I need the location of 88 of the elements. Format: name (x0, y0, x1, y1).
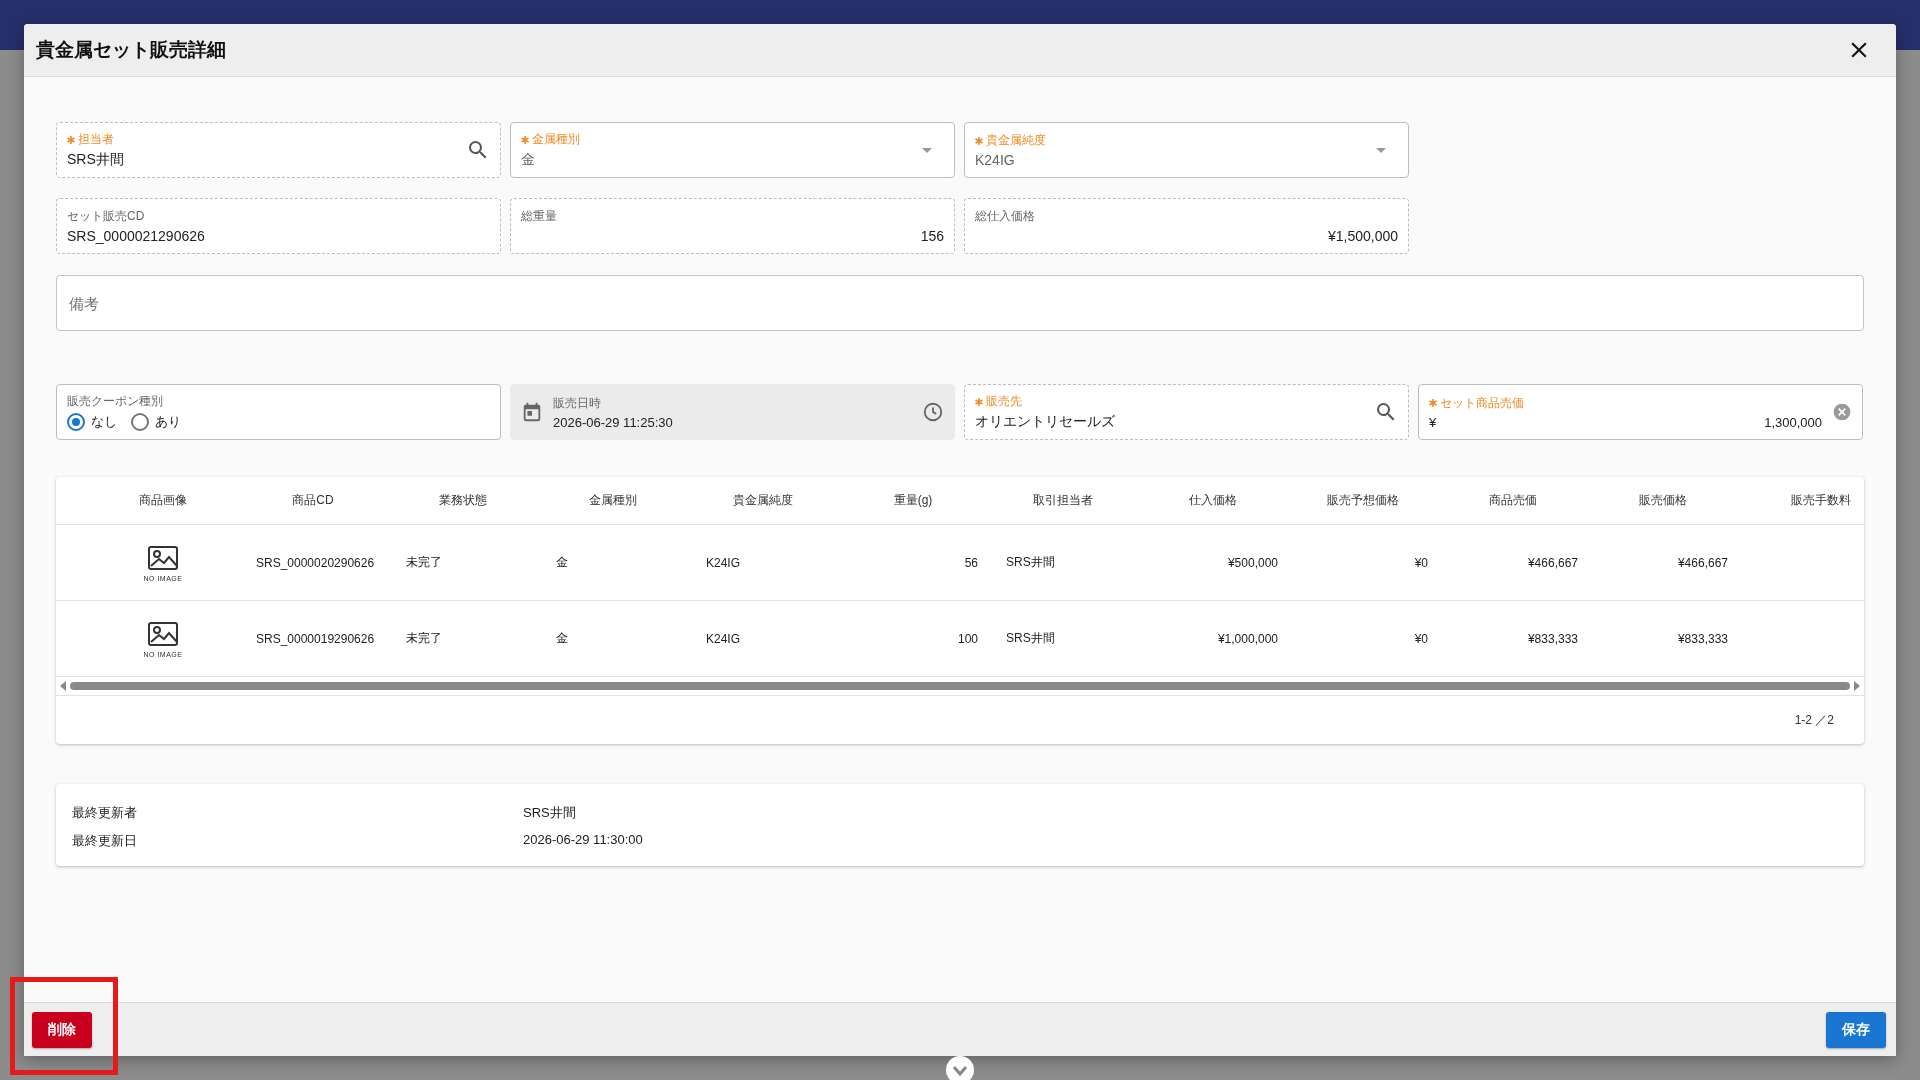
required-icon (67, 135, 75, 144)
column-header[interactable]: 貴金属純度 (688, 492, 838, 509)
save-button[interactable]: 保存 (1826, 1011, 1886, 1048)
select-field[interactable]: 金属種別 金 (510, 122, 955, 178)
table-cell-text: ¥466,667 (1676, 555, 1729, 570)
column-header[interactable]: 重量(g) (838, 492, 988, 509)
radio-icon[interactable] (67, 413, 85, 431)
field-value: ¥1,500,000 (1327, 228, 1398, 244)
price-field[interactable]: セット商品売価 ¥ 1,300,000 (1418, 384, 1863, 440)
radio-option[interactable]: なし (67, 413, 117, 431)
field-value: SRS井間 (67, 151, 125, 169)
table-cell-text: ¥833,333 (1676, 631, 1729, 646)
table-cell-text: 金 (555, 554, 569, 571)
field-value: 2026-06-29 11:25:30 (553, 414, 674, 430)
info-value: SRS井間 (523, 804, 577, 822)
table-cell-text: ¥500,000 (1226, 555, 1279, 570)
info-value: 2026-06-29 11:30:00 (523, 832, 644, 849)
table-cell-text: SRS井間 (1005, 630, 1056, 647)
delete-button[interactable]: 削除 (32, 1011, 92, 1048)
table-cell-text: ¥0 (1413, 555, 1429, 570)
field-label: 貴金属純度 (986, 132, 1046, 149)
field-label: 総仕入価格 (975, 208, 1036, 225)
pagination-label: 1-2 ／2 (1794, 711, 1834, 729)
field-label: 販売日時 (553, 394, 602, 412)
table-cell-text: ¥833,333 (1526, 631, 1579, 646)
table-cell-text: ¥0 (1413, 631, 1429, 646)
required-icon (975, 397, 983, 406)
table-cell-text: 56 (963, 555, 979, 570)
dialog-title: 貴金属セット販売詳細 (36, 38, 226, 62)
field-label: 担当者 (78, 131, 114, 148)
table-cell-text: 100 (956, 631, 979, 646)
table-cell-text: K24IG (705, 631, 742, 646)
search-field[interactable]: 担当者 SRS井間 (56, 122, 501, 178)
field-value: 1,300,000 (1764, 414, 1822, 430)
table-cell-text: SRS_0000019290626 (255, 631, 376, 646)
column-header[interactable]: 商品売価 (1438, 492, 1588, 509)
search-field[interactable]: 販売先 オリエントリセールズ (964, 384, 1409, 440)
scroll-left-icon[interactable] (60, 681, 66, 691)
column-header[interactable]: 取引担当者 (988, 492, 1138, 509)
radio-group[interactable]: 販売クーポン種別 なし あり (56, 384, 501, 440)
select-field[interactable]: 貴金属純度 K24IG (964, 122, 1409, 178)
field-label: セット販売CD (67, 208, 146, 225)
required-icon (521, 135, 529, 144)
table-cell-text: 未完了 (405, 630, 443, 647)
radio-option[interactable]: あり (131, 413, 181, 431)
table-cell-text: ¥466,667 (1526, 555, 1579, 570)
info-label: 最終更新日 (72, 832, 138, 850)
column-header[interactable]: 商品CD (238, 492, 388, 509)
field-value: オリエントリセールズ (975, 413, 1116, 431)
image-icon (147, 619, 179, 648)
field-label: セット商品売価 (1440, 394, 1524, 412)
required-icon (1429, 399, 1437, 407)
remarks-field[interactable]: 備考 (56, 275, 1864, 331)
table-cell-text: SRS井間 (1005, 554, 1056, 571)
table-cell-text: K24IG (705, 555, 742, 570)
caret-icon (1376, 147, 1386, 153)
field-value: 156 (920, 228, 944, 244)
image-icon (147, 543, 179, 572)
scroll-right-icon[interactable] (1854, 681, 1860, 691)
currency-label: ¥ (1429, 414, 1437, 430)
field-label: 総重量 (521, 208, 558, 225)
field-value: SRS_0000021290626 (67, 228, 206, 244)
required-icon (975, 136, 983, 145)
clear-icon[interactable] (1832, 402, 1852, 422)
clock-icon[interactable] (922, 401, 944, 423)
table-cell-text: ¥1,000,000 (1216, 631, 1279, 646)
column-header[interactable]: 金属種別 (538, 492, 688, 509)
field-label: 販売先 (986, 393, 1022, 410)
column-header[interactable]: 業務状態 (388, 492, 538, 509)
info-label: 最終更新者 (72, 804, 138, 822)
table-cell-text: 未完了 (405, 554, 443, 571)
radio-icon[interactable] (131, 413, 149, 431)
table-cell-text: SRS_0000020290626 (255, 555, 376, 570)
caret-icon (922, 147, 932, 153)
column-header[interactable]: 商品画像 (88, 492, 238, 509)
field-value: K24IG (975, 152, 1016, 168)
field-label: 販売クーポン種別 (67, 393, 164, 410)
table-cell-text: 金 (555, 630, 569, 647)
scrollbar-thumb[interactable] (70, 682, 1850, 690)
column-header[interactable]: 販売予想価格 (1288, 492, 1438, 509)
calendar-icon[interactable] (521, 401, 543, 423)
field-label: 金属種別 (532, 131, 580, 148)
column-header[interactable]: 販売手数料 (1738, 492, 1863, 509)
column-header[interactable]: 仕入価格 (1138, 492, 1288, 509)
datetime-field[interactable]: 販売日時 2026-06-29 11:25:30 (510, 384, 955, 440)
chevron-down-icon[interactable] (946, 1056, 974, 1080)
column-header[interactable]: 販売価格 (1588, 492, 1738, 509)
field-value: 金 (521, 151, 536, 169)
